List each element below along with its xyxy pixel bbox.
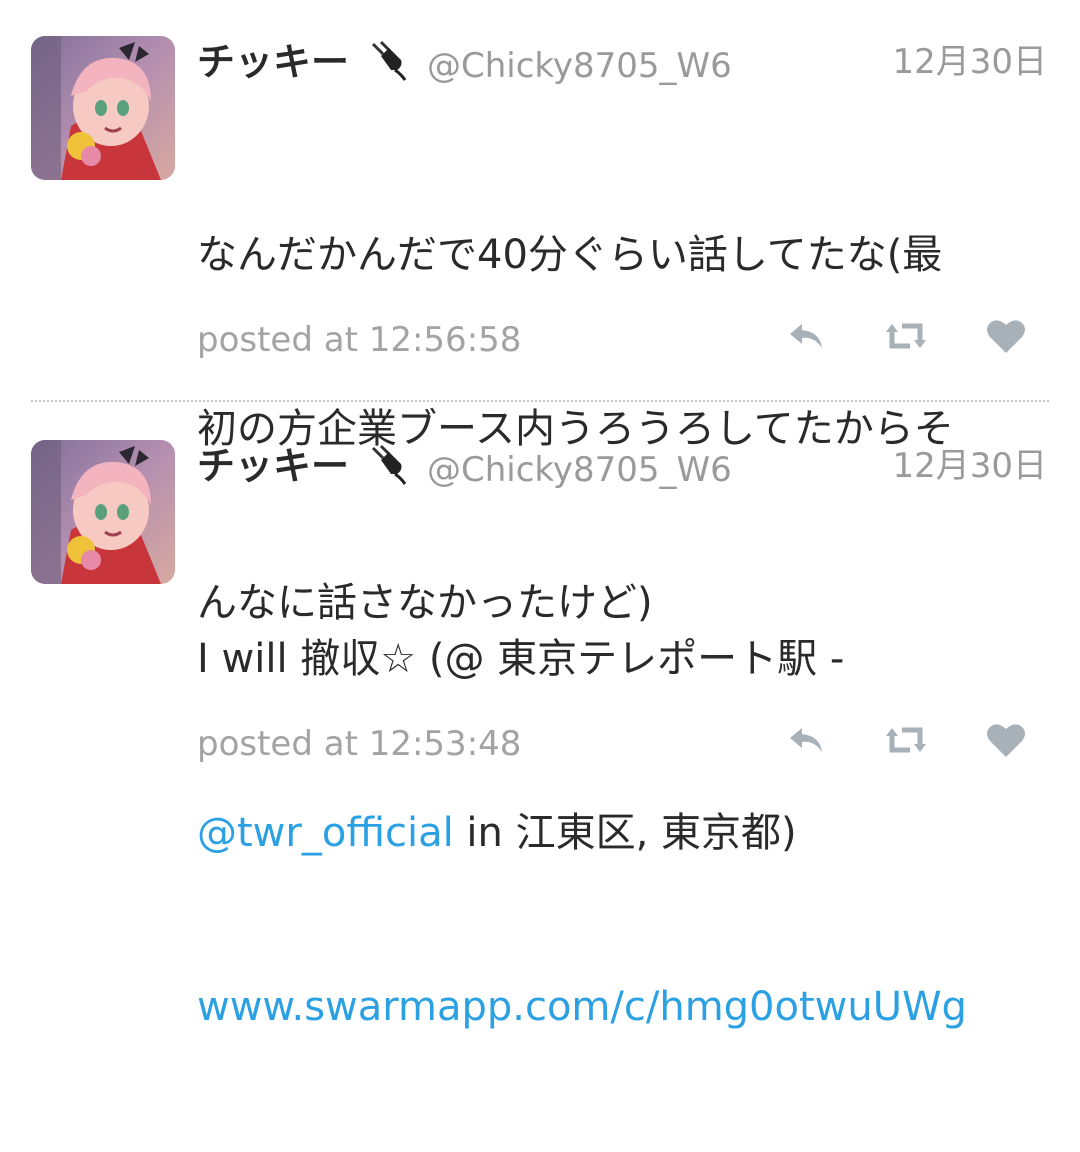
plug-icon	[369, 40, 411, 82]
heart-icon	[987, 724, 1025, 757]
retweet-icon	[886, 323, 926, 349]
heart-icon	[987, 320, 1025, 353]
tweet-divider	[31, 400, 1049, 402]
tweet-date[interactable]: 12月30日	[892, 444, 1047, 488]
user-avatar[interactable]	[31, 440, 175, 584]
tweet-actions	[780, 312, 1040, 360]
retweet-button[interactable]	[880, 312, 932, 360]
reply-icon	[790, 324, 822, 348]
tweet[interactable]: チッキー @Chicky8705_W6 12月30日 なんだかんだで40分ぐらい…	[0, 0, 1080, 626]
display-name[interactable]: チッキー	[197, 444, 349, 488]
tweet-text-line: なんだかんだで40分ぐらい話してたな(最	[197, 232, 943, 278]
tweet-header: チッキー @Chicky8705_W6 12月30日	[197, 442, 1047, 492]
reply-button[interactable]	[780, 716, 832, 764]
tweet[interactable]: チッキー @Chicky8705_W6 12月30日 I will 撤収☆ (@…	[0, 404, 1080, 1030]
tweet-date[interactable]: 12月30日	[892, 40, 1047, 84]
like-button[interactable]	[980, 312, 1032, 360]
posted-time: posted at 12:53:48	[197, 724, 522, 764]
mention-link[interactable]: @twr_official	[197, 810, 454, 856]
url-link[interactable]: www.swarmapp.com/c/hmg0otwuUWg	[197, 978, 1057, 1036]
user-handle[interactable]: @Chicky8705_W6	[427, 44, 732, 88]
tweet-text-line: I will 撤収☆ (@ 東京テレポート駅 -	[197, 636, 845, 682]
retweet-icon	[886, 727, 926, 753]
tweet-actions	[780, 716, 1040, 764]
like-button[interactable]	[980, 716, 1032, 764]
display-name[interactable]: チッキー	[197, 40, 349, 84]
user-avatar[interactable]	[31, 36, 175, 180]
tweet-text-fragment: in 江東区, 東京都)	[453, 810, 797, 856]
posted-time: posted at 12:56:58	[197, 320, 522, 360]
reply-button[interactable]	[780, 312, 832, 360]
tweet-header: チッキー @Chicky8705_W6 12月30日	[197, 38, 1047, 88]
tweet-text-line: @twr_official in 江東区, 東京都)	[197, 804, 1057, 862]
retweet-button[interactable]	[880, 716, 932, 764]
tweet-text: I will 撤収☆ (@ 東京テレポート駅 - @twr_official i…	[197, 514, 1057, 1152]
plug-icon	[369, 444, 411, 486]
reply-icon	[790, 728, 822, 752]
user-handle[interactable]: @Chicky8705_W6	[427, 448, 732, 492]
